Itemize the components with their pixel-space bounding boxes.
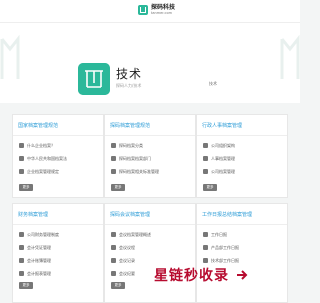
- bullet-icon: [111, 258, 116, 263]
- card-daily-report-archive: 工作日报总结档案管理 工作日报 产品部工作日报 技术部工作日报: [196, 203, 288, 303]
- card-header: 探码档案管理规范: [105, 115, 195, 136]
- card-finance-archive: 财务档案管理 公司财务管理制度 会计凭证管理 会计账簿管理 会计报表管理 更多: [12, 203, 104, 303]
- bullet-icon: [111, 271, 116, 276]
- card-title[interactable]: 财务档案管理: [18, 211, 48, 218]
- bullet-icon: [19, 169, 24, 174]
- decorative-left-icon: [0, 34, 20, 79]
- bullet-icon: [203, 232, 208, 237]
- site-logo[interactable]: 探码科技 tanmer.com: [138, 5, 175, 16]
- bullet-icon: [203, 169, 208, 174]
- bullet-icon: [19, 258, 24, 263]
- list-item[interactable]: 人事档案管理: [197, 152, 287, 165]
- card-meeting-archive: 探码会议档案管理 会议档案管理概述 会议议程 会议记录 会议纪要 更多: [104, 203, 196, 303]
- bullet-icon: [111, 245, 116, 250]
- card-header: 探码会议档案管理: [105, 204, 195, 225]
- card-hr-archive: 行政人事档案管理 公司组织架构 人事档案管理 公司档案管理 更多: [196, 114, 288, 198]
- more-button[interactable]: 更多: [111, 184, 125, 191]
- bullet-icon: [111, 232, 116, 237]
- decorative-right-icon: [280, 34, 300, 79]
- top-bar: 探码科技 tanmer.com: [0, 0, 300, 22]
- list-item[interactable]: 会议议程: [105, 241, 195, 254]
- bullet-icon: [19, 232, 24, 237]
- more-button[interactable]: 更多: [19, 282, 33, 289]
- brand-logo-icon: [78, 63, 110, 95]
- logo-domain: tanmer.com: [151, 11, 173, 15]
- list-item[interactable]: 会计账簿管理: [13, 254, 103, 267]
- list-item[interactable]: 企业档案管理规定: [13, 165, 103, 178]
- card-national-standards: 国家档案管理规范 什么企业档案？ 中华人民共和国档案法 企业档案管理规定 更多: [12, 114, 104, 198]
- hero-brand: 技术 探码人力/技术 技术: [78, 63, 222, 97]
- card-title[interactable]: 国家档案管理规范: [18, 122, 58, 129]
- bullet-icon: [111, 169, 116, 174]
- card-header: 国家档案管理规范: [13, 115, 103, 136]
- more-button[interactable]: 更多: [111, 282, 125, 289]
- list-item[interactable]: 公司财务管理制度: [13, 228, 103, 241]
- logo-mark-icon: [138, 5, 148, 16]
- card-title[interactable]: 行政人事档案管理: [202, 122, 242, 129]
- hero-subtitle: 探码人力/技术: [116, 83, 142, 88]
- card-title[interactable]: 探码会议档案管理: [110, 211, 150, 218]
- bullet-icon: [203, 258, 208, 263]
- bullet-icon: [19, 156, 24, 161]
- bullet-icon: [111, 156, 116, 161]
- bullet-icon: [19, 143, 24, 148]
- card-title[interactable]: 工作日报总结档案管理: [202, 211, 252, 218]
- card-tanmer-standards: 探码档案管理规范 探码档案分类 探码档案档案部门 探码档案相关标准管理 更多: [104, 114, 196, 198]
- bullet-icon: [203, 245, 208, 250]
- list-item[interactable]: 探码档案分类: [105, 139, 195, 152]
- bullet-icon: [203, 156, 208, 161]
- card-title[interactable]: 探码档案管理规范: [110, 122, 150, 129]
- hero-banner: 技术 探码人力/技术 技术: [0, 22, 300, 103]
- card-header: 财务档案管理: [13, 204, 103, 225]
- watermark: 星链秒收录: [154, 264, 294, 286]
- bullet-icon: [203, 143, 208, 148]
- list-item[interactable]: 工作日报: [197, 228, 287, 241]
- bullet-icon: [19, 245, 24, 250]
- list-item[interactable]: 探码档案档案部门: [105, 152, 195, 165]
- arrow-icon: [237, 270, 248, 280]
- list-item[interactable]: 会计报表管理: [13, 267, 103, 280]
- list-item[interactable]: 产品部工作日报: [197, 241, 287, 254]
- list-item[interactable]: 中华人民共和国档案法: [13, 152, 103, 165]
- list-item[interactable]: 公司组织架构: [197, 139, 287, 152]
- bullet-icon: [111, 143, 116, 148]
- watermark-text: 星链秒收录: [154, 268, 229, 284]
- hero-title: 技术: [116, 67, 143, 81]
- card-header: 工作日报总结档案管理: [197, 204, 287, 225]
- more-button[interactable]: 更多: [19, 184, 33, 191]
- hero-tag: 技术: [209, 81, 217, 86]
- list-item[interactable]: 会议档案管理概述: [105, 228, 195, 241]
- card-header: 行政人事档案管理: [197, 115, 287, 136]
- list-item[interactable]: 公司档案管理: [197, 165, 287, 178]
- list-item[interactable]: 什么企业档案？: [13, 139, 103, 152]
- list-item[interactable]: 探码档案相关标准管理: [105, 165, 195, 178]
- bullet-icon: [19, 271, 24, 276]
- more-button[interactable]: 更多: [203, 184, 217, 191]
- list-item[interactable]: 会计凭证管理: [13, 241, 103, 254]
